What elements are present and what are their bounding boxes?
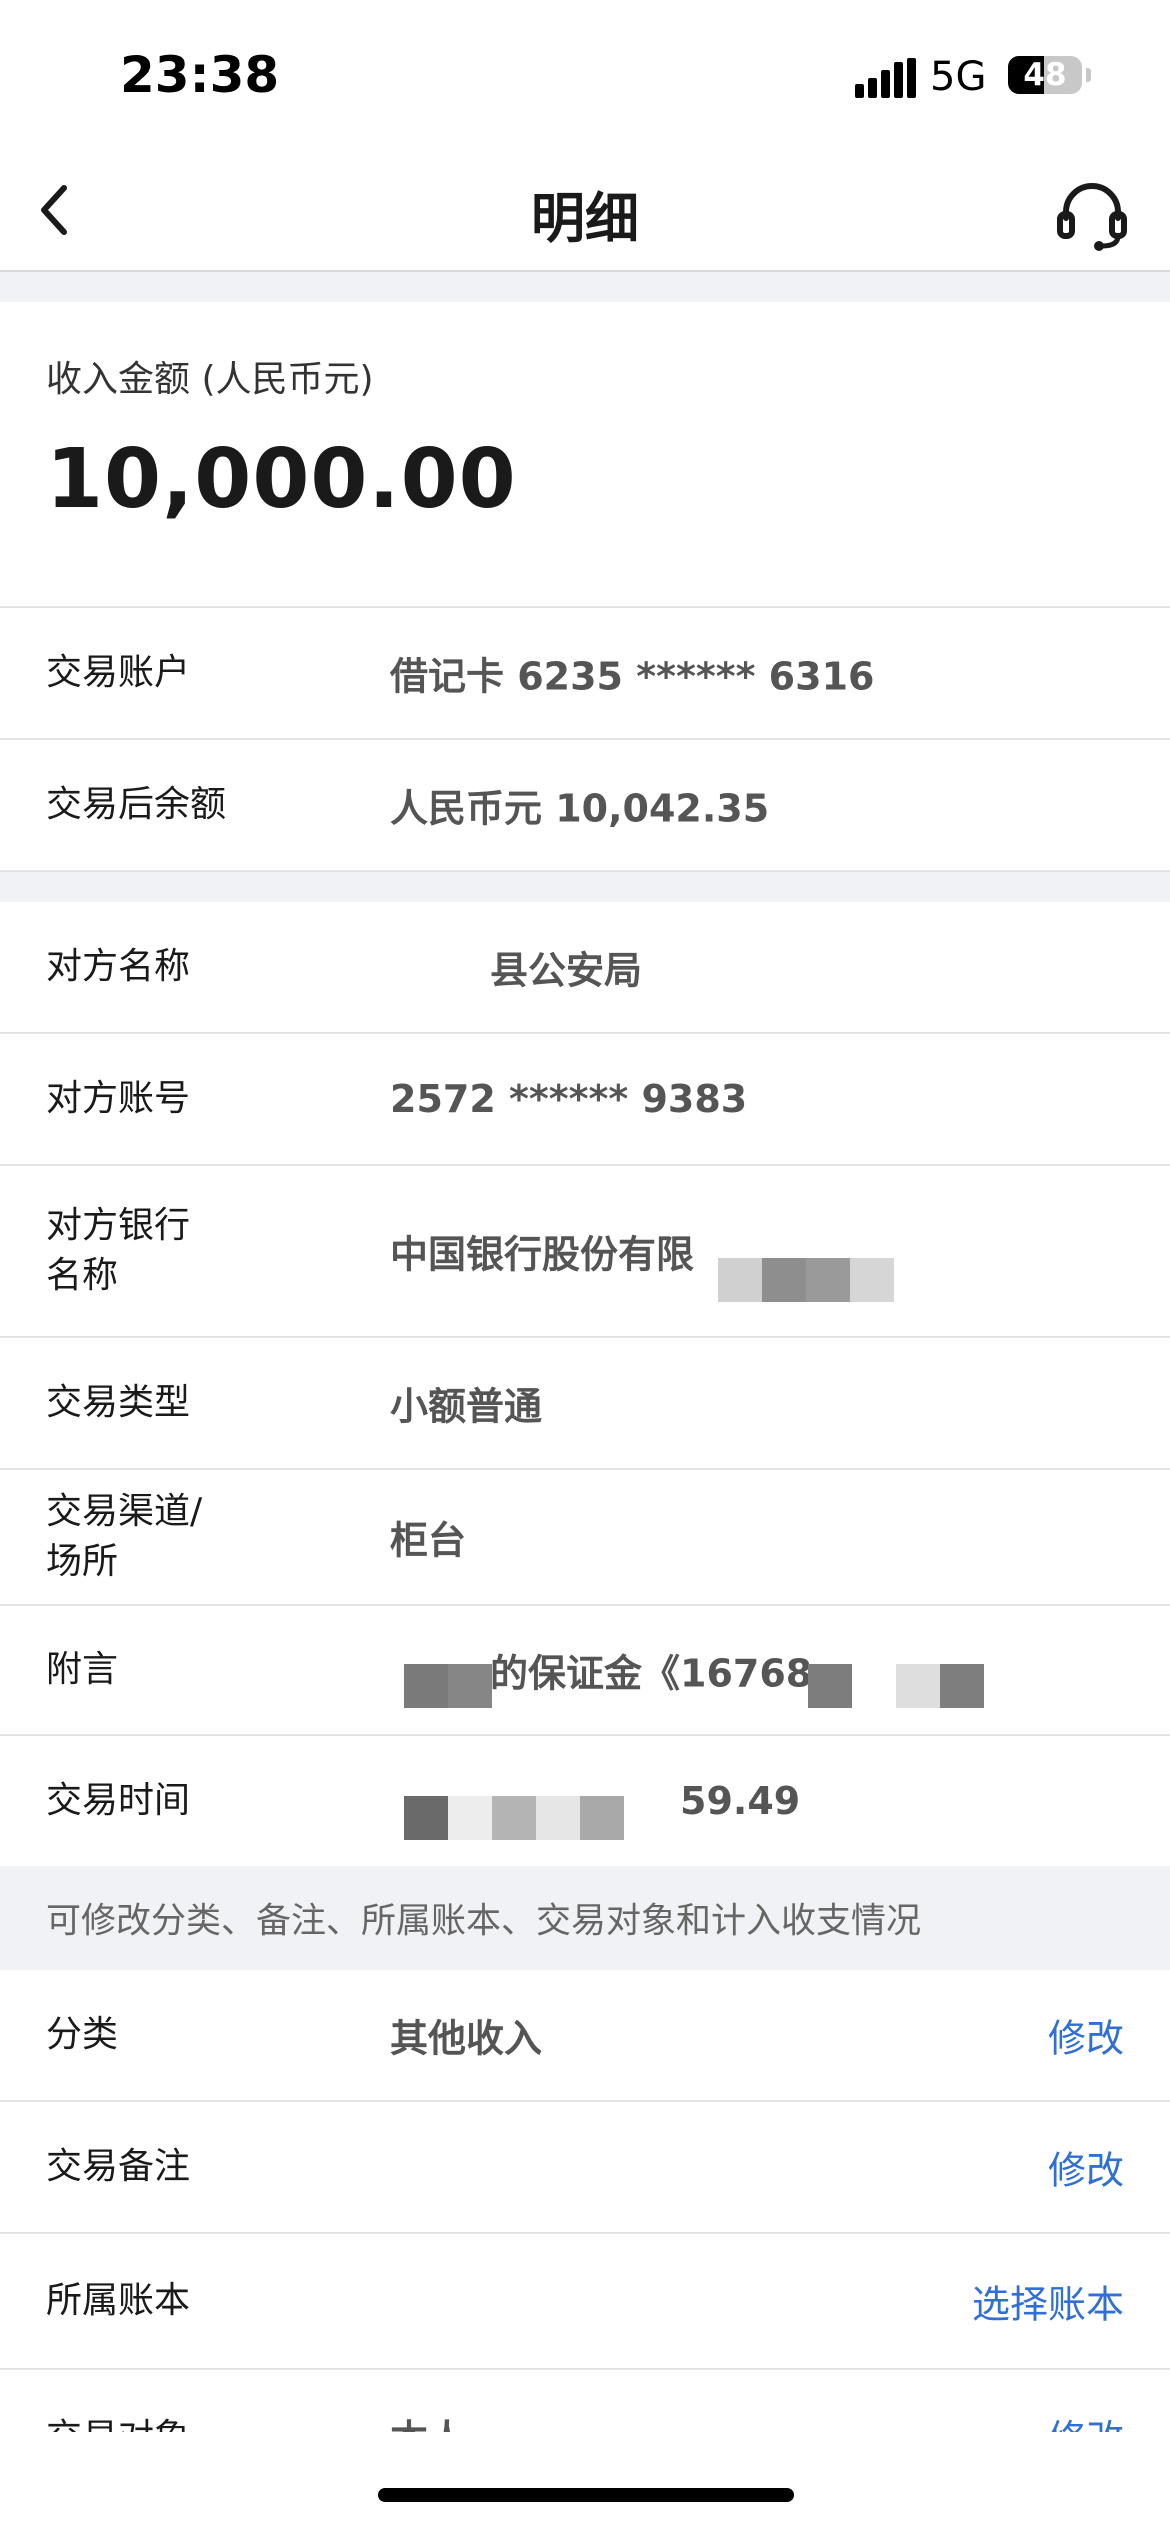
status-time: 23:38 — [120, 46, 280, 104]
row-account: 交易账户 借记卡 6235 ****** 6316 — [0, 608, 1170, 740]
home-indicator[interactable] — [378, 2488, 794, 2502]
row-postscript: 附言 的保证金《16768 — [0, 1606, 1170, 1736]
row-transaction-time: 交易时间 59.49 — [0, 1736, 1170, 1868]
signal-icon — [855, 58, 916, 98]
row-value: 借记卡 6235 ****** 6316 — [390, 654, 875, 699]
row-label: 所属账本 — [46, 2280, 191, 2321]
row-value: 其他收入 — [390, 2016, 543, 2061]
redaction-mosaic — [718, 1258, 894, 1302]
row-value: 小额普通 — [390, 1384, 543, 1429]
row-transaction-type: 交易类型 小额普通 — [0, 1338, 1170, 1470]
page-title: 明细 — [531, 187, 639, 250]
row-ledger[interactable]: 所属账本 选择账本 — [0, 2234, 1170, 2370]
redaction-mosaic — [404, 1796, 624, 1840]
row-label: 交易对象 — [46, 2408, 190, 2432]
row-value: 的保证金《16768 — [490, 1651, 813, 1696]
row-category[interactable]: 分类 其他收入 修改 — [0, 1970, 1170, 2102]
row-counterparty-account: 对方账号 2572 ****** 9383 — [0, 1034, 1170, 1166]
row-value: 本人 — [390, 2408, 466, 2432]
edit-note-button[interactable]: 修改 — [1048, 2140, 1124, 2195]
row-label: 交易后余额 — [46, 784, 227, 825]
amount-label: 收入金额 (人民币元) — [46, 359, 374, 400]
row-balance: 交易后余额 人民币元 10,042.35 — [0, 740, 1170, 872]
row-label-line: 场所 — [46, 1541, 119, 1582]
row-counterparty-object[interactable]: 交易对象 本人 修改 — [0, 2370, 1170, 2432]
row-value: 县公安局 — [490, 948, 643, 993]
row-value: 59.49 — [680, 1779, 801, 1823]
row-label: 交易账户 — [46, 652, 191, 693]
status-bar: 23:38 5G 48 — [0, 0, 1170, 150]
row-label: 交易备注 — [46, 2146, 191, 2187]
customer-service-button[interactable] — [1052, 174, 1132, 254]
headset-icon — [1057, 183, 1127, 251]
row-note[interactable]: 交易备注 修改 — [0, 2102, 1170, 2234]
row-counterparty-name: 对方名称 县公安局 — [0, 902, 1170, 1034]
row-label: 附言 — [46, 1649, 119, 1690]
section-gap — [0, 272, 1170, 302]
row-transaction-channel: 交易渠道/ 场所 柜台 — [0, 1470, 1170, 1606]
row-label: 交易时间 — [46, 1780, 191, 1821]
edit-category-button[interactable]: 修改 — [1048, 2008, 1124, 2063]
edit-counterparty-object-button[interactable]: 修改 — [1048, 2408, 1124, 2432]
amount-card: 收入金额 (人民币元) 10,000.00 — [0, 302, 1170, 608]
redaction-mosaic — [404, 1664, 492, 1708]
row-label-line: 交易渠道/ — [46, 1491, 203, 1532]
row-value: 人民币元 10,042.35 — [390, 786, 770, 831]
row-label: 对方银行 名称 — [46, 1201, 346, 1301]
row-label-line: 对方银行 — [46, 1205, 191, 1246]
amount-value: 10,000.00 — [46, 432, 517, 527]
row-value: 中国银行股份有限 — [390, 1232, 695, 1277]
nav-bar: 明细 — [0, 150, 1170, 272]
section-gap — [0, 872, 1170, 902]
row-label-line: 名称 — [46, 1255, 119, 1296]
row-counterparty-bank: 对方银行 名称 中国银行股份有限 — [0, 1166, 1170, 1338]
redaction-mosaic — [808, 1664, 984, 1708]
network-type: 5G — [930, 54, 987, 100]
row-label: 交易类型 — [46, 1382, 191, 1423]
bottom-safe-area — [0, 2432, 1170, 2532]
row-label: 分类 — [46, 2014, 119, 2055]
row-label: 对方名称 — [46, 946, 191, 987]
edit-hint-text: 可修改分类、备注、所属账本、交易对象和计入收支情况 — [46, 1901, 922, 1942]
edit-hint-band: 可修改分类、备注、所属账本、交易对象和计入收支情况 — [0, 1866, 1170, 1970]
select-ledger-button[interactable]: 选择账本 — [972, 2274, 1124, 2329]
row-label: 交易渠道/ 场所 — [46, 1487, 346, 1587]
battery-icon: 48 — [1008, 56, 1082, 94]
row-label: 对方账号 — [46, 1078, 191, 1119]
row-value: 柜台 — [390, 1518, 467, 1563]
row-value: 2572 ****** 9383 — [390, 1077, 748, 1121]
battery-level: 48 — [1023, 57, 1067, 93]
